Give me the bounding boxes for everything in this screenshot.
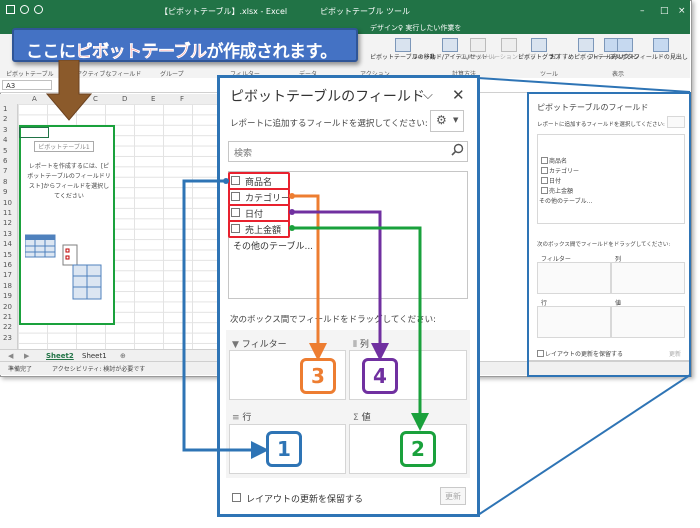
annotation-4: 4 bbox=[362, 358, 398, 394]
annotation-arrows bbox=[182, 178, 429, 459]
annotation-3: 3 bbox=[300, 358, 336, 394]
annotation-1: 1 bbox=[266, 431, 302, 467]
annotation-2: 2 bbox=[400, 431, 436, 467]
